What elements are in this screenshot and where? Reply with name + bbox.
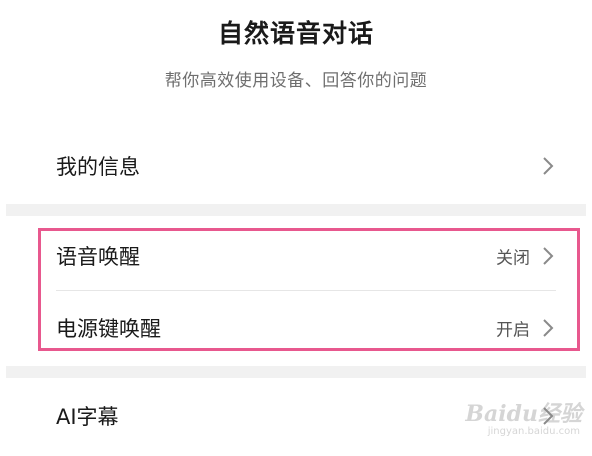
my-info-row[interactable]: 我的信息 xyxy=(0,136,592,196)
voice-wakeup-label: 语音唤醒 xyxy=(56,245,140,269)
voice-wakeup-status: 关闭 xyxy=(496,248,530,269)
row-divider xyxy=(56,290,556,291)
ai-subtitles-label: AI字幕 xyxy=(56,405,119,429)
page-subtitle: 帮你高效使用设备、回答你的问题 xyxy=(164,71,428,91)
chevron-right-icon xyxy=(542,318,554,338)
chevron-right-icon xyxy=(542,156,554,176)
voice-wakeup-row[interactable]: 语音唤醒 关闭 xyxy=(0,226,592,286)
chevron-right-icon xyxy=(542,246,554,266)
power-key-wakeup-status: 开启 xyxy=(496,320,530,341)
section-divider xyxy=(6,204,586,216)
power-key-wakeup-row[interactable]: 电源键唤醒 开启 xyxy=(0,298,592,358)
power-key-wakeup-label: 电源键唤醒 xyxy=(56,317,161,341)
section-divider xyxy=(6,366,586,378)
my-info-label: 我的信息 xyxy=(56,155,140,179)
ai-subtitles-row[interactable]: AI字幕 xyxy=(0,386,592,446)
chevron-right-icon xyxy=(542,406,554,426)
page-title: 自然语音对话 xyxy=(217,19,374,48)
